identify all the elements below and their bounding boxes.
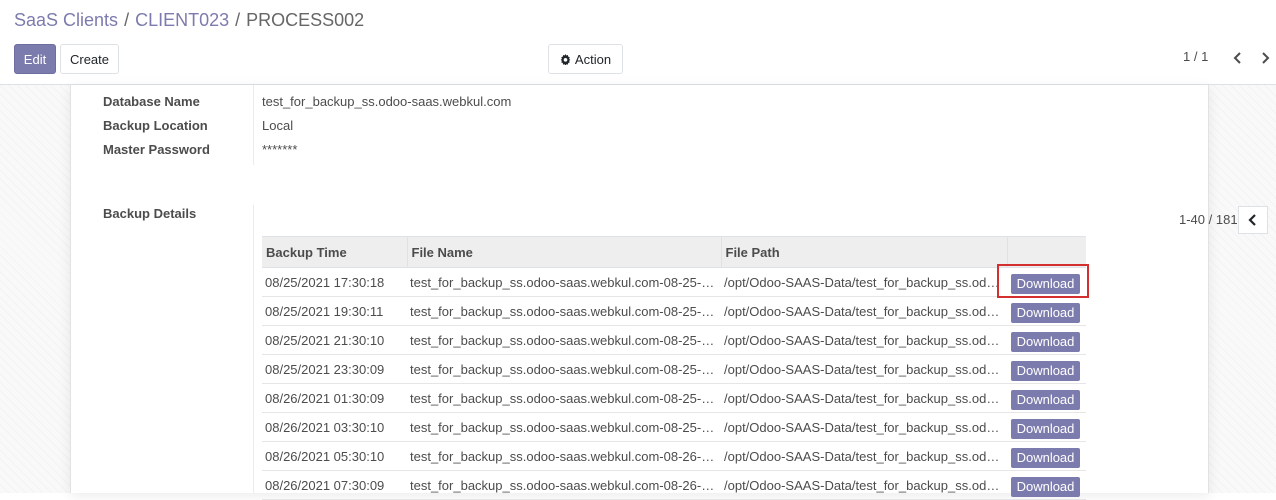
backup-location-label: Backup Location	[103, 118, 208, 133]
download-button[interactable]: Download	[1011, 389, 1080, 410]
column-header-file-name[interactable]: File Name	[407, 236, 722, 268]
download-cell: Download	[1007, 412, 1086, 442]
download-button[interactable]: Download	[1011, 360, 1080, 381]
database-name-label: Database Name	[103, 94, 200, 109]
create-button[interactable]: Create	[60, 44, 119, 74]
table-row[interactable]: 08/26/2021 05:30:10 test_for_backup_ss.o…	[262, 441, 1086, 471]
table-row[interactable]: 08/26/2021 01:30:09 test_for_backup_ss.o…	[262, 383, 1086, 413]
file-name-cell: test_for_backup_ss.odoo-saas.webkul.com-…	[407, 412, 721, 442]
file-name-cell: test_for_backup_ss.odoo-saas.webkul.com-…	[407, 354, 721, 384]
table-row[interactable]: 08/25/2021 17:30:18 test_for_backup_ss.o…	[262, 267, 1086, 297]
backup-details-table: Backup Time File Name File Path 08/25/20…	[262, 236, 1086, 500]
pager-next-button[interactable]	[1258, 50, 1272, 66]
master-password-label: Master Password	[103, 142, 210, 157]
download-button[interactable]: Download	[1011, 273, 1080, 294]
backup-details-label: Backup Details	[103, 206, 197, 221]
backup-time-cell: 08/25/2021 21:30:10	[262, 325, 407, 355]
action-button[interactable]: Action	[548, 44, 623, 74]
backup-time-cell: 08/25/2021 17:30:18	[262, 267, 407, 297]
file-name-cell: test_for_backup_ss.odoo-saas.webkul.com-…	[407, 267, 721, 297]
table-row[interactable]: 08/26/2021 03:30:10 test_for_backup_ss.o…	[262, 412, 1086, 442]
table-row[interactable]: 08/25/2021 19:30:11 test_for_backup_ss.o…	[262, 296, 1086, 326]
table-row[interactable]: 08/25/2021 23:30:09 test_for_backup_ss.o…	[262, 354, 1086, 384]
breadcrumb-saas-clients[interactable]: SaaS Clients	[14, 10, 118, 30]
file-path-cell: /opt/Odoo-SAAS-Data/test_for_backup_ss.o…	[721, 267, 1007, 297]
backup-location-value: Local	[262, 118, 294, 133]
file-name-cell: test_for_backup_ss.odoo-saas.webkul.com-…	[407, 296, 721, 326]
table-header-row: Backup Time File Name File Path	[262, 236, 1086, 268]
backup-time-cell: 08/26/2021 05:30:10	[262, 441, 407, 471]
download-button[interactable]: Download	[1011, 476, 1080, 497]
download-button[interactable]: Download	[1011, 418, 1080, 439]
breadcrumb-separator: /	[235, 10, 241, 30]
download-cell: Download	[1007, 354, 1086, 384]
control-panel: SaaS Clients / CLIENT023/PROCESS002 Edit C…	[0, 0, 1276, 85]
breadcrumb-current: PROCESS002	[246, 10, 365, 30]
chevron-left-icon	[1248, 214, 1256, 226]
column-header-backup-time[interactable]: Backup Time	[262, 236, 408, 268]
breadcrumb: SaaS Clients / CLIENT023/PROCESS002	[14, 10, 364, 31]
file-path-cell: /opt/Odoo-SAAS-Data/test_for_backup_ss.o…	[721, 296, 1007, 326]
edit-button[interactable]: Edit	[14, 44, 56, 74]
download-cell: Download	[1007, 325, 1086, 355]
download-cell: Download	[1007, 296, 1086, 326]
download-cell: Download	[1007, 383, 1086, 413]
file-path-cell: /opt/Odoo-SAAS-Data/test_for_backup_ss.o…	[721, 354, 1007, 384]
gear-icon	[560, 53, 571, 65]
backup-time-cell: 08/26/2021 01:30:09	[262, 383, 407, 413]
field-divider	[253, 85, 254, 165]
pager-prev-button[interactable]	[1231, 50, 1245, 66]
file-name-cell: test_for_backup_ss.odoo-saas.webkul.com-…	[407, 325, 721, 355]
breadcrumb-client[interactable]: CLIENT023	[135, 10, 229, 30]
file-path-cell: /opt/Odoo-SAAS-Data/test_for_backup_ss.o…	[721, 383, 1007, 413]
list-pager-prev-button[interactable]	[1238, 206, 1268, 234]
download-button[interactable]: Download	[1011, 331, 1080, 352]
file-name-cell: test_for_backup_ss.odoo-saas.webkul.com-…	[407, 383, 721, 413]
breadcrumb-separator: /	[124, 10, 130, 30]
backup-time-cell: 08/26/2021 07:30:09	[262, 470, 407, 500]
file-path-cell: /opt/Odoo-SAAS-Data/test_for_backup_ss.o…	[721, 412, 1007, 442]
download-cell: Download	[1007, 441, 1086, 471]
backup-time-cell: 08/26/2021 03:30:10	[262, 412, 407, 442]
record-pager[interactable]: 1 / 1	[1183, 49, 1208, 64]
file-path-cell: /opt/Odoo-SAAS-Data/test_for_backup_ss.o…	[721, 470, 1007, 500]
master-password-value: *******	[262, 142, 298, 157]
action-label: Action	[574, 51, 612, 67]
download-button[interactable]: Download	[1011, 447, 1080, 468]
field-divider	[253, 205, 254, 493]
list-pager[interactable]: 1-40 / 181	[1179, 212, 1238, 227]
backup-time-cell: 08/25/2021 23:30:09	[262, 354, 407, 384]
file-path-cell: /opt/Odoo-SAAS-Data/test_for_backup_ss.o…	[721, 441, 1007, 471]
column-header-actions	[1007, 236, 1086, 268]
download-cell: Download	[1007, 470, 1086, 500]
chevron-right-icon	[1262, 52, 1270, 64]
file-name-cell: test_for_backup_ss.odoo-saas.webkul.com-…	[407, 470, 721, 500]
column-header-file-path[interactable]: File Path	[721, 236, 1008, 268]
backup-time-cell: 08/25/2021 19:30:11	[262, 296, 407, 326]
chevron-left-icon	[1233, 52, 1241, 64]
file-name-cell: test_for_backup_ss.odoo-saas.webkul.com-…	[407, 441, 721, 471]
table-row[interactable]: 08/26/2021 07:30:09 test_for_backup_ss.o…	[262, 470, 1086, 500]
download-button[interactable]: Download	[1011, 302, 1080, 323]
file-path-cell: /opt/Odoo-SAAS-Data/test_for_backup_ss.o…	[721, 325, 1007, 355]
download-cell: Download	[1007, 267, 1086, 297]
database-name-value: test_for_backup_ss.odoo-saas.webkul.com	[262, 94, 512, 109]
table-row[interactable]: 08/25/2021 21:30:10 test_for_backup_ss.o…	[262, 325, 1086, 355]
